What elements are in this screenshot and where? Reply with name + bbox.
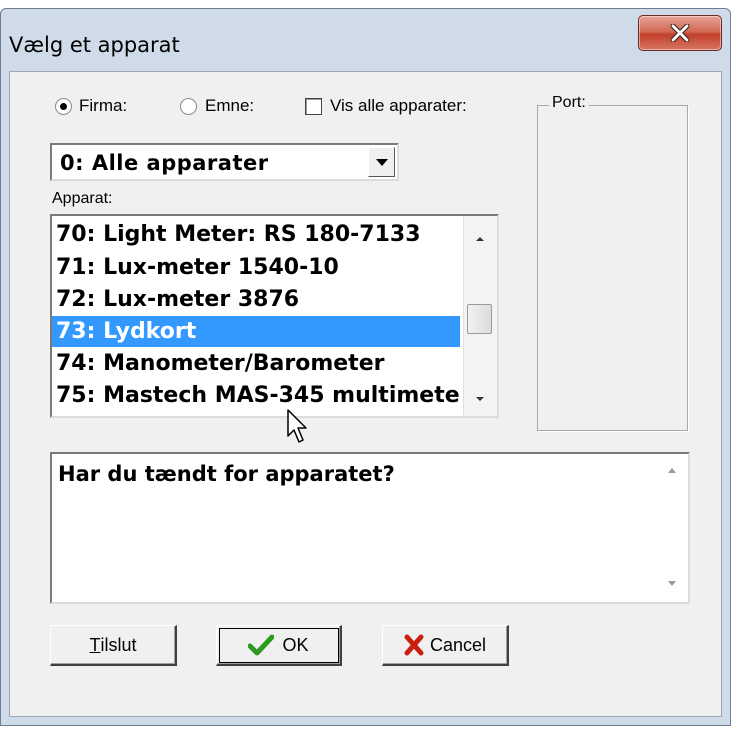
- list-item-selected[interactable]: 73: Lydkort: [52, 316, 460, 347]
- scroll-thumb[interactable]: [467, 304, 492, 334]
- dropdown-button[interactable]: [368, 147, 395, 177]
- firma-label: Firma:: [79, 96, 128, 115]
- title-bar[interactable]: Vælg et apparat: [1, 9, 730, 71]
- apparat-label: Apparat:: [52, 190, 113, 207]
- scroll-down-icon[interactable]: [473, 392, 487, 406]
- tilslut-button[interactable]: Tilslut: [50, 625, 177, 666]
- apparat-listbox[interactable]: 70: Light Meter: RS 180-7133 71: Lux-met…: [50, 214, 499, 418]
- cancel-x-icon: [404, 634, 424, 656]
- cancel-label: Cancel: [429, 634, 487, 655]
- cancel-button[interactable]: Cancel: [382, 625, 509, 666]
- ok-label: OK: [282, 634, 309, 655]
- list-scrollbar[interactable]: [463, 216, 497, 416]
- firma-radio[interactable]: [55, 98, 72, 115]
- port-groupbox: Port:: [537, 94, 688, 431]
- list-item[interactable]: 74: Manometer/Barometer: [52, 348, 460, 379]
- close-button[interactable]: [638, 15, 722, 51]
- scroll-up-icon[interactable]: [473, 232, 487, 246]
- emne-label: Emne:: [205, 96, 255, 115]
- list-item[interactable]: 71: Lux-meter 1540-10: [52, 252, 460, 283]
- mouse-cursor-icon: [287, 409, 307, 443]
- emne-radio[interactable]: [180, 98, 197, 115]
- tilslut-label: ilslut: [100, 634, 137, 655]
- list-item[interactable]: 75: Mastech MAS-345 multimeter: [52, 380, 460, 411]
- close-icon: [670, 24, 690, 42]
- checkmark-icon: [248, 634, 275, 656]
- window-title: Vælg et apparat: [9, 33, 180, 57]
- dialog-window: Vælg et apparat Firma: Emne: Vis alle ap…: [0, 8, 731, 726]
- vis-alle-checkbox[interactable]: [305, 98, 322, 115]
- scroll-up-icon[interactable]: [666, 466, 678, 474]
- message-text: Har du tændt for apparatet?: [58, 462, 395, 486]
- firma-dropdown[interactable]: 0: Alle apparater: [50, 143, 399, 181]
- list-item[interactable]: 70: Light Meter: RS 180-7133: [52, 219, 460, 250]
- chevron-down-icon: [375, 158, 388, 166]
- dropdown-value: 0: Alle apparater: [60, 151, 269, 175]
- dialog-body: Firma: Emne: Vis alle apparater: Port: 0…: [9, 71, 722, 717]
- message-textarea[interactable]: Har du tændt for apparatet?: [50, 452, 690, 604]
- tilslut-mnemonic: T: [89, 634, 101, 655]
- vis-alle-label: Vis alle apparater:: [330, 96, 467, 115]
- port-label: Port:: [549, 94, 589, 112]
- list-item[interactable]: 72: Lux-meter 3876: [52, 284, 460, 315]
- ok-button[interactable]: OK: [216, 625, 342, 666]
- scroll-down-icon[interactable]: [666, 580, 678, 588]
